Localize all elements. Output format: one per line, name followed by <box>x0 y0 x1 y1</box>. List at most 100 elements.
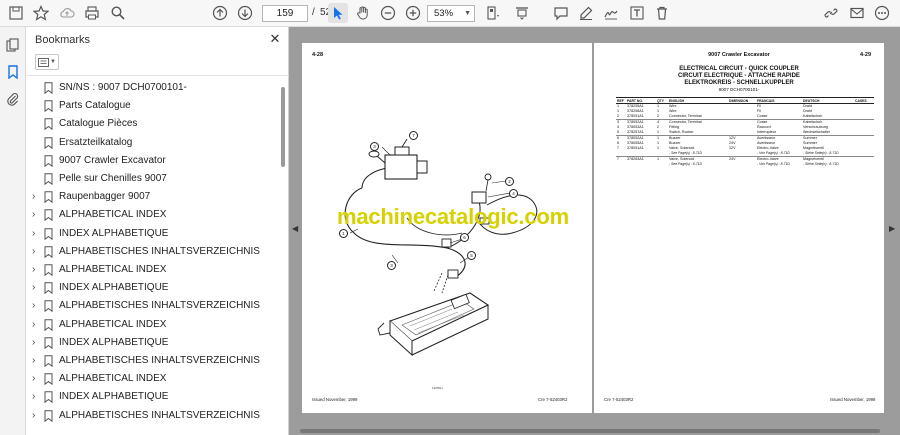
zoom-in-icon[interactable] <box>403 3 423 23</box>
chevron-down-icon: ▼ <box>464 10 471 17</box>
chevron-right-icon[interactable]: › <box>32 192 42 202</box>
bookmark-item[interactable]: › ALPHABETISCHES INHALTSVERZEICHNIS <box>26 243 280 261</box>
right-page-number: 4-29 <box>860 52 872 58</box>
chevron-right-icon[interactable]: › <box>32 410 42 421</box>
bookmark-icon <box>44 355 53 367</box>
watermark-text: machinecatalogic.com <box>337 204 569 229</box>
highlight-pen-icon[interactable] <box>576 3 596 23</box>
bookmark-item[interactable]: SN/NS : 9007 DCH0700101- <box>26 79 280 97</box>
page-separator: / <box>312 7 315 18</box>
table-row: - See Page(s) : 8-71D - Voir Page(s) : 8-… <box>616 162 874 167</box>
print-icon[interactable] <box>82 3 102 23</box>
bookmark-label: ALPHABETISCHES INHALTSVERZEICHNIS <box>59 355 260 366</box>
close-panel-button[interactable]: ✕ <box>266 30 284 48</box>
right-page-header: 9007 Crawler Excavator <box>708 52 770 58</box>
bookmark-item[interactable]: Ersatzteilkatalog <box>26 134 280 152</box>
text-box-icon[interactable] <box>627 3 647 23</box>
chevron-right-icon[interactable]: › <box>32 265 42 275</box>
bookmark-item[interactable]: › ALPHABETICAL INDEX <box>26 316 280 334</box>
bookmark-label: Parts Catalogue <box>59 100 131 112</box>
chevron-right-icon[interactable]: › <box>32 283 42 293</box>
bookmark-label: ALPHABETISCHES INHALTSVERZEICHNIS <box>59 300 260 312</box>
page-thumbnails-icon[interactable] <box>3 35 23 55</box>
bookmark-label: INDEX ALPHABETIQUE <box>59 391 169 403</box>
zoom-level-value: 53% <box>434 8 454 19</box>
bookmark-item[interactable]: › ALPHABETISCHES INHALTSVERZEICHNIS <box>26 352 280 370</box>
select-cursor-icon[interactable] <box>328 3 348 23</box>
chevron-right-icon[interactable]: › <box>32 319 42 330</box>
bookmark-label: Raupenbagger 9007 <box>59 191 151 203</box>
callout-balloon: 4 <box>509 189 518 198</box>
bookmark-item[interactable]: › ALPHABETISCHES INHALTSVERZEICHNIS <box>26 297 280 315</box>
horizontal-scrollbar[interactable] <box>300 429 880 433</box>
bookmarks-panel-icon[interactable] <box>3 62 23 82</box>
draw-signature-icon[interactable] <box>601 3 621 23</box>
previous-page-icon[interactable] <box>210 3 230 23</box>
scroll-left-arrow-icon[interactable]: ◀ <box>292 224 298 233</box>
bookmark-item[interactable]: Pelle sur Chenilles 9007 <box>26 170 280 188</box>
page-layout-icon[interactable] <box>483 3 503 23</box>
bookmarks-panel: Bookmarks ✕ ▼ SN/NS : 9007 DCH0700101- Pa… <box>26 27 289 435</box>
chevron-right-icon[interactable]: › <box>32 210 42 220</box>
delete-icon[interactable] <box>652 3 672 23</box>
bookmark-label: Catalogue Pièces <box>59 118 138 130</box>
chevron-right-icon[interactable]: › <box>32 374 42 384</box>
link-edit-icon[interactable] <box>821 3 841 23</box>
bookmark-label: Ersatzteilkatalog <box>59 136 133 148</box>
bookmark-label: INDEX ALPHABETIQUE <box>59 336 169 348</box>
hand-tool-icon[interactable] <box>353 3 373 23</box>
bookmark-item[interactable]: › Raupenbagger 9007 <box>26 188 280 206</box>
chevron-right-icon[interactable]: › <box>32 228 42 239</box>
bookmark-item[interactable]: › ALPHABETICAL INDEX <box>26 261 280 279</box>
bookmark-icon <box>44 246 53 258</box>
next-page-icon[interactable] <box>235 3 255 23</box>
bookmark-icon <box>44 155 53 167</box>
bookmark-item[interactable]: › ALPHABETISCHES INHALTSVERZEICHNIS <box>26 407 280 425</box>
section-title-fr: CIRCUIT ELECTRIQUE - ATTACHE RAPIDE <box>678 73 800 79</box>
bookmark-label: ALPHABETICAL INDEX <box>59 318 167 330</box>
chevron-right-icon[interactable]: › <box>32 337 42 348</box>
chevron-right-icon[interactable]: › <box>32 356 42 366</box>
page-number-input[interactable]: 159 <box>262 5 308 22</box>
chevron-right-icon[interactable]: › <box>32 246 42 257</box>
bookmark-icon <box>44 173 53 185</box>
comment-icon[interactable] <box>551 3 571 23</box>
bookmark-icon <box>44 282 53 295</box>
search-icon[interactable] <box>108 3 128 23</box>
bookmark-icon <box>44 409 53 422</box>
zoom-level-select[interactable]: 53% ▼ <box>427 5 475 22</box>
zoom-out-icon[interactable] <box>378 3 398 23</box>
bookmark-icon <box>44 118 53 131</box>
bookmark-item[interactable]: › ALPHABETICAL INDEX <box>26 206 280 224</box>
callout-balloon: 2 <box>505 177 514 186</box>
star-icon[interactable] <box>31 3 51 23</box>
share-mail-icon[interactable] <box>847 3 867 23</box>
bookmark-item[interactable]: › INDEX ALPHABETIQUE <box>26 334 280 352</box>
callout-balloon: 1 <box>339 229 348 238</box>
figure-code: 12050H <box>432 386 443 390</box>
bookmark-item[interactable]: Catalogue Pièces <box>26 115 280 133</box>
bookmark-label: INDEX ALPHABETIQUE <box>59 282 169 294</box>
close-icon: ✕ <box>269 31 281 46</box>
bookmark-item[interactable]: › ALPHABETICAL INDEX <box>26 370 280 388</box>
more-options-icon[interactable] <box>872 3 892 23</box>
bookmark-item[interactable]: › INDEX ALPHABETIQUE <box>26 279 280 297</box>
bookmark-list: SN/NS : 9007 DCH0700101- Parts Catalogue C… <box>26 77 280 435</box>
scroll-mode-icon[interactable] <box>512 3 532 23</box>
bookmark-item[interactable]: 9007 Crawler Excavator <box>26 152 280 170</box>
table-cell <box>656 162 668 167</box>
table-cell <box>626 162 656 167</box>
save-icon[interactable] <box>6 3 26 23</box>
cloud-upload-icon[interactable] <box>57 3 77 23</box>
bookmark-item[interactable]: Parts Catalogue <box>26 97 280 115</box>
chevron-right-icon[interactable]: › <box>32 301 42 311</box>
scroll-right-arrow-icon[interactable]: ▶ <box>889 224 895 233</box>
bookmark-label: INDEX ALPHABETIQUE <box>59 227 169 239</box>
bookmark-options-button[interactable]: ▼ <box>35 54 59 70</box>
bookmark-item[interactable]: › INDEX ALPHABETIQUE <box>26 388 280 406</box>
bookmark-item[interactable]: › INDEX ALPHABETIQUE <box>26 225 280 243</box>
table-cell <box>616 162 626 167</box>
chevron-right-icon[interactable]: › <box>32 392 42 402</box>
bookmark-scrollbar[interactable] <box>281 87 285 167</box>
attachments-icon[interactable] <box>3 89 23 109</box>
